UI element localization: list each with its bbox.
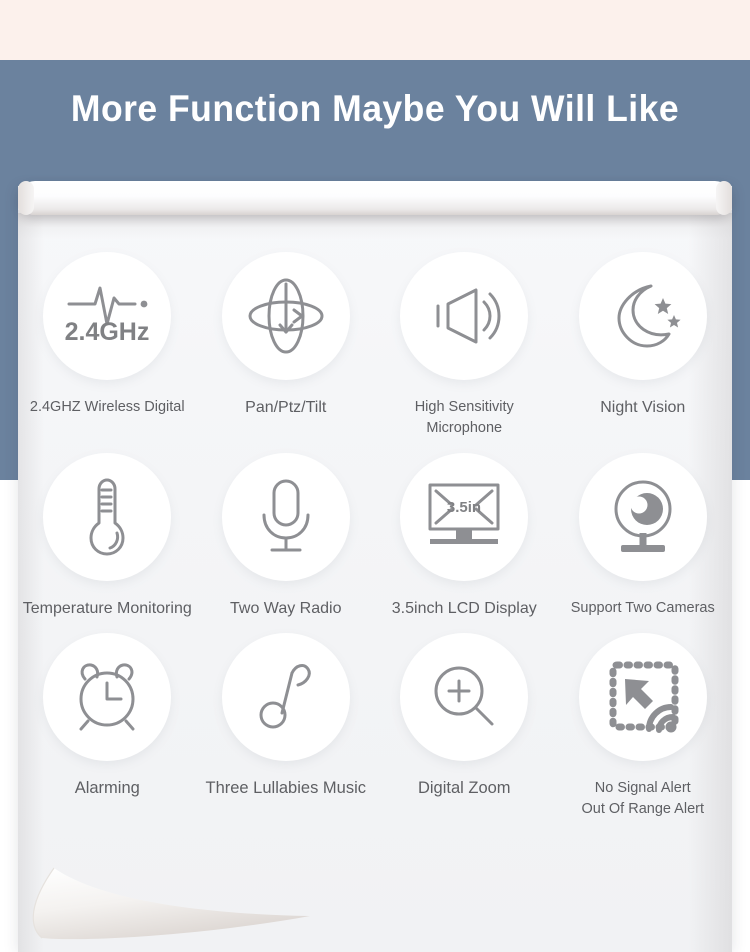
icon-caption: 3.5in: [447, 499, 481, 516]
feature-label: No Signal Alert Out Of Range Alert: [581, 780, 704, 817]
icon-bubble: [578, 633, 707, 761]
feature-cell-digital-zoom[interactable]: Digital Zoom: [375, 619, 554, 799]
paper-roll-top: [18, 181, 732, 215]
feature-label: High Sensitivity Microphone: [414, 399, 514, 436]
music-note-icon: [259, 664, 311, 729]
no-signal-alert-icon: [609, 661, 679, 733]
thermometer-icon: [89, 478, 125, 556]
microphone-icon: [262, 479, 310, 552]
wireless-signal-icon: 2.4GHz: [65, 286, 150, 346]
icon-bubble: [221, 453, 350, 581]
feature-label: Three Lullabies Music: [205, 779, 367, 797]
feature-banner-page: More Function Maybe You Will Like 2.4GHz…: [0, 0, 750, 952]
paper-roll-left-cap: [18, 181, 34, 215]
feature-grid: 2.4GHz 2.4GHZ Wireless Digital Pan/Ptz/T…: [18, 238, 732, 820]
lcd-monitor-icon: 3.5in: [428, 483, 500, 544]
speaker-microphone-icon: [436, 288, 501, 344]
page-title: More Function Maybe You Will Like: [70, 88, 680, 129]
icon-bubble: [43, 633, 172, 761]
icon-bubble: [578, 453, 707, 581]
feature-cell-two-cameras[interactable]: Support Two Cameras: [554, 439, 733, 619]
paper-top-shadow: [18, 213, 732, 239]
icon-bubble: 2.4GHz: [43, 252, 172, 380]
icon-bubble: [221, 633, 350, 761]
feature-cell-wireless[interactable]: 2.4GHz 2.4GHZ Wireless Digital: [18, 238, 197, 418]
alarm-clock-icon: [79, 663, 135, 731]
icon-bubble: [400, 252, 529, 380]
feature-cell-two-way-radio[interactable]: Two Way Radio: [197, 439, 376, 619]
magnifier-plus-icon: [434, 666, 494, 726]
feature-cell-pan-tilt[interactable]: Pan/Ptz/Tilt: [197, 238, 376, 418]
feature-label: Pan/Ptz/Tilt: [245, 399, 327, 416]
icon-caption: 2.4GHz: [65, 318, 150, 346]
feature-label: Digital Zoom: [417, 779, 511, 797]
icon-bubble: 3.5in: [400, 453, 529, 581]
pan-tilt-rotation-icon: [248, 278, 324, 354]
feature-label: Support Two Cameras: [570, 600, 715, 616]
feature-row: Temperature Monitoring Two Way Radio 3.5…: [18, 439, 732, 619]
feature-label: 2.4GHZ Wireless Digital: [29, 399, 185, 415]
feature-label: Alarming: [74, 779, 140, 797]
feature-row: 2.4GHz 2.4GHZ Wireless Digital Pan/Ptz/T…: [18, 238, 732, 439]
feature-cell-lcd-display[interactable]: 3.5in 3.5inch LCD Display: [375, 439, 554, 619]
moon-stars-icon: [617, 284, 681, 348]
feature-cell-no-signal-alert[interactable]: No Signal Alert Out Of Range Alert: [554, 619, 733, 820]
icon-bubble: [400, 633, 529, 761]
icon-bubble: [221, 252, 350, 380]
feature-label: Night Vision: [600, 399, 686, 416]
paper-roll-right-cap: [716, 181, 732, 215]
icon-bubble: [43, 453, 172, 581]
feature-cell-microphone-sensitivity[interactable]: High Sensitivity Microphone: [375, 238, 554, 439]
wave-divider: [0, 0, 750, 47]
feature-label: 3.5inch LCD Display: [391, 600, 537, 617]
feature-cell-night-vision[interactable]: Night Vision: [554, 238, 733, 418]
feature-cell-lullabies[interactable]: Three Lullabies Music: [197, 619, 376, 799]
feature-cell-alarming[interactable]: Alarming: [18, 619, 197, 799]
webcam-icon: [614, 480, 672, 552]
feature-row: Alarming Three Lullabies Music Digital Z…: [18, 619, 732, 820]
feature-label: Temperature Monitoring: [22, 600, 192, 617]
feature-label: Two Way Radio: [230, 600, 342, 617]
feature-cell-temperature[interactable]: Temperature Monitoring: [18, 439, 197, 619]
icon-bubble: [578, 252, 707, 380]
